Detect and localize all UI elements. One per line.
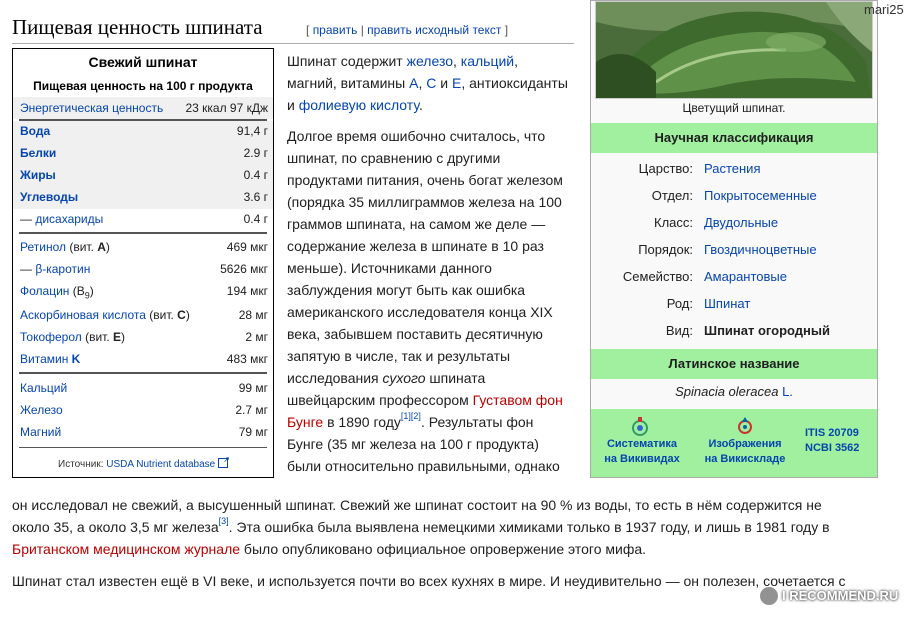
mineral-row: Магний 79 мг [20,425,268,439]
vitamin-link[interactable]: Аскорбиновая кислота [20,308,146,322]
divider [19,372,267,374]
nutrient-row: Белки 2.9 г [20,146,268,160]
vitamin-link[interactable]: β-каротин [35,262,90,276]
vitamin-row: Токоферол (вит. E) 2 мг [20,330,268,344]
edit-links: [ править | править исходный текст ] [306,23,509,37]
wikispecies-icon[interactable] [631,417,649,437]
taxon-row: Класс: Двудольные [591,212,877,234]
divider [19,447,267,448]
section-title: Пищевая ценность шпината [12,15,263,39]
watermark: I RECOMMEND.RU [760,585,910,609]
photo-caption: Цветущий шпинат. [682,101,786,115]
latin-header: Латинское название [591,349,877,379]
external-link-icon: ↗ [217,456,230,468]
wikispecies-link[interactable]: Систематика на Викивидах [601,437,683,467]
taxon-link[interactable]: Растения [704,158,761,180]
mineral-link[interactable]: Железо [20,403,63,417]
username: mari25 [864,2,904,17]
nutrient-link[interactable]: дисахариды [35,212,103,226]
energy-link[interactable]: Энергетическая ценность [20,101,163,115]
taxon-row: Царство: Растения [591,158,877,180]
nutrient-link[interactable]: Белки [20,146,56,160]
ref-1[interactable]: [1] [401,411,411,421]
edit-source-link[interactable]: править исходный текст [367,23,501,37]
spinach-image [596,2,872,98]
vitamin-c-link[interactable]: C [426,75,436,91]
nutrient-row: Жиры 0.4 г [20,168,268,182]
nutrient-link[interactable]: Углеводы [20,190,78,204]
section-heading: Пищевая ценность шпината [ править | пра… [12,15,574,44]
vitamin-link[interactable]: Витамин K [20,352,80,366]
calcium-link[interactable]: кальций [461,53,514,69]
mineral-row: Железо 2.7 мг [20,403,268,417]
vitamin-row: Фолацин (B9) 194 мкг [20,284,268,301]
external-links: Систематика на Викивидах Изображения на … [591,409,877,477]
vitamin-link[interactable]: Ретинол [20,240,66,254]
taxon-link[interactable]: Покрытосеменные [704,185,817,207]
commons-icon[interactable] [736,417,754,437]
paragraph-3: Шпинат стал известен ещё в VI веке, и ис… [12,573,846,589]
nutrition-source: Источник: USDA Nutrient database ↗ [58,455,230,471]
nutrient-row: — дисахариды 0.4 г [20,212,268,226]
paragraph-2: Долгое время ошибочно считалось, что шпи… [287,128,563,474]
mineral-link[interactable]: Магний [20,425,61,439]
nutrient-link[interactable]: Жиры [20,168,56,182]
taxon-row: Семейство: Амарантовые [591,266,877,288]
author-link[interactable]: L. [782,384,793,399]
paragraph-1: Шпинат содержит железо, кальций, магний,… [287,53,568,113]
edit-link[interactable]: править [313,23,358,37]
ncbi-link[interactable]: NCBI 3562 [805,441,869,456]
nutrition-subtitle: Пищевая ценность на 100 г продукта [33,79,253,93]
bunge-link[interactable]: Густавом фон [473,392,563,408]
taxon-link[interactable]: Двудольные [704,212,778,234]
divider [19,232,267,234]
vitamin-e-link[interactable]: E [452,75,461,91]
id-links: ITIS 20709 NCBI 3562 [805,426,869,456]
nutrition-box: Свежий шпинат Пищевая ценность на 100 г … [12,48,274,478]
ref-2[interactable]: [2] [411,411,421,421]
bmj-link[interactable]: Британском медицинском журнале [12,541,240,557]
taxon-row: Порядок: Гвоздичноцветные [591,239,877,261]
taxon-link[interactable]: Гвоздичноцветные [704,239,817,261]
source-link[interactable]: USDA Nutrient database [106,459,215,470]
mineral-row: Кальций 99 мг [20,381,268,395]
paragraph-2-continued: он исследовал не свежий, а высушенный шп… [12,497,830,557]
vitamin-row: Ретинол (вит. A) 469 мкг [20,240,268,254]
taxon-row: Род: Шпинат [591,293,877,315]
taxon-link[interactable]: Шпинат [704,293,750,315]
taxobox: Цветущий шпинат. Научная классификация Ц… [590,0,878,478]
nutrient-row: Вода 91,4 г [20,124,268,138]
spinach-photo[interactable] [595,1,873,99]
vitamin-row: Витамин K 483 мкг [20,352,268,366]
watermark-logo-icon [760,587,778,605]
latin-name: Spinacia oleracea L. [675,384,793,399]
taxon-row: Вид: Шпинат огородный [591,320,877,342]
bunge-link-cont[interactable]: Бунге [287,414,323,430]
taxon-link[interactable]: Амарантовые [704,266,787,288]
nutrient-link[interactable]: Вода [20,124,50,138]
nutrient-row: Углеводы 3.6 г [20,190,268,204]
folic-acid-link[interactable]: фолиевую кислоту [299,97,419,113]
ref-3[interactable]: [3] [219,516,229,526]
energy-row: Энергетическая ценность 23 ккал 97 кДж [20,101,268,115]
vitamin-row: — β-каротин 5626 мкг [20,262,268,276]
mineral-link[interactable]: Кальций [20,381,67,395]
species-name: Шпинат огородный [704,323,831,338]
itis-link[interactable]: ITIS 20709 [805,426,869,441]
vitamin-link[interactable]: Фолацин [20,284,69,298]
classification-header: Научная классификация [591,123,877,153]
taxon-row: Отдел: Покрытосеменные [591,185,877,207]
nutrition-title: Свежий шпинат [88,54,198,70]
iron-link[interactable]: железо [407,53,453,69]
vitamin-row: Аскорбиновая кислота (вит. C) 28 мг [20,308,268,322]
vitamin-link[interactable]: Токоферол [20,330,82,344]
commons-link[interactable]: Изображения на Викискладе [699,437,791,467]
